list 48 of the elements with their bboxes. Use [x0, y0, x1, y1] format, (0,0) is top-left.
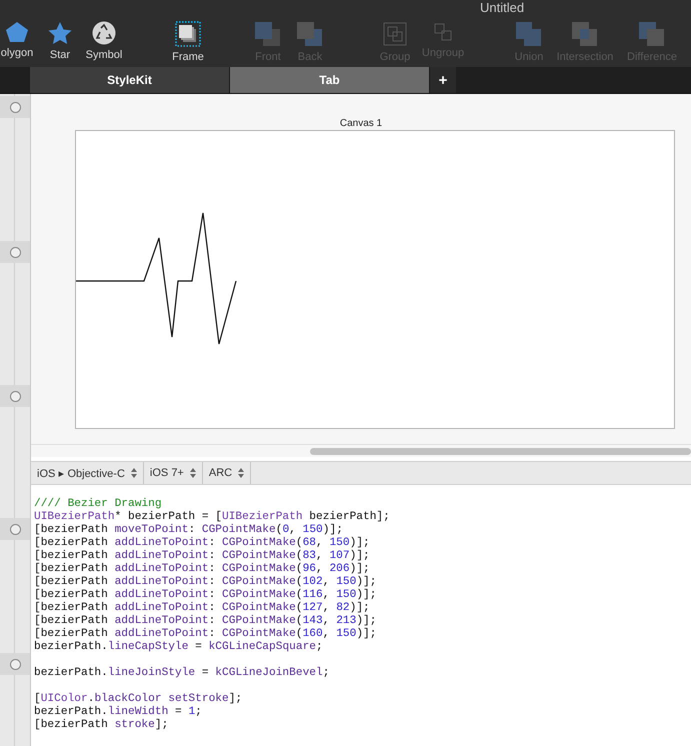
code-line: [bezierPath addLineToPoint: CGPointMake(96, 206)];: [34, 563, 371, 576]
tab[interactable]: StyleKit: [30, 67, 230, 93]
up-down-caret-icon: [238, 468, 244, 478]
add-tab-button[interactable]: +: [430, 67, 456, 93]
stacked-squares-icon: [254, 21, 282, 47]
ungroup-icon: [432, 21, 454, 43]
scrollbar-thumb[interactable]: [310, 448, 691, 454]
union-icon: [515, 21, 543, 47]
window-title: Untitled: [480, 0, 524, 15]
code-line: [bezierPath addLineToPoint: CGPointMake(143, 213)];: [34, 615, 378, 628]
recycle-icon: [92, 21, 116, 45]
code-line: [bezierPath stroke];: [34, 719, 170, 732]
star-icon: [47, 21, 73, 45]
code-line: //// Bezier Drawing: [34, 498, 163, 510]
toolbar-button[interactable]: Star: [40, 21, 80, 63]
up-down-caret-icon: [130, 468, 137, 478]
gutter-handle[interactable]: [0, 518, 30, 540]
code-line: bezierPath.lineJoinStyle = kCGLineJoinBevel;: [34, 667, 330, 680]
pentagon-icon: [5, 21, 29, 43]
toolbar-button[interactable]: Symbol: [80, 21, 128, 63]
code-line: [bezierPath moveToPoint: CGPointMake(0, 150)];: [34, 524, 344, 536]
code-line: [bezierPath addLineToPoint: CGPointMake(83, 107)];: [34, 550, 371, 562]
code-line: [bezierPath addLineToPoint: CGPointMake(68, 150)];: [34, 537, 371, 550]
code-line: UIBezierPath* bezierPath = [UIBezierPath bezierPath];: [34, 511, 391, 524]
toolbar-button[interactable]: olygon: [0, 21, 40, 63]
gutter-handle[interactable]: [0, 96, 30, 118]
code-line: [UIColor.blackColor setStroke];: [34, 693, 244, 706]
option-popup[interactable]: ARC: [202, 462, 252, 484]
code-line: bezierPath.lineWidth = 1;: [34, 706, 203, 718]
code-line: [bezierPath addLineToPoint: CGPointMake(116, 150)];: [34, 589, 378, 602]
intersection-icon: [571, 21, 599, 47]
canvas-title: Canvas 1: [340, 118, 382, 129]
gutter-handle[interactable]: [0, 385, 30, 407]
code-line: bezierPath.lineCapStyle = kCGLineCapSquare;: [34, 641, 324, 654]
stacked-squares-icon: [296, 21, 324, 47]
toolbar-button[interactable]: Frame: [164, 21, 212, 63]
code-line: [bezierPath addLineToPoint: CGPointMake(102, 150)];: [34, 576, 378, 588]
option-popup[interactable]: iOS 7+: [144, 462, 203, 484]
group-icon: [382, 21, 408, 47]
code-line: [bezierPath addLineToPoint: CGPointMake(127, 82)];: [34, 602, 371, 614]
frame-icon: [175, 21, 201, 47]
up-down-caret-icon: [190, 468, 196, 478]
code-line: [bezierPath addLineToPoint: CGPointMake(160, 150)];: [34, 628, 378, 640]
gutter-handle[interactable]: [0, 241, 30, 263]
option-popup[interactable]: iOS ▸ Objective-C: [31, 462, 144, 484]
tab[interactable]: Tab: [230, 67, 430, 93]
difference-icon: [638, 21, 666, 47]
gutter-handle[interactable]: [0, 653, 30, 675]
